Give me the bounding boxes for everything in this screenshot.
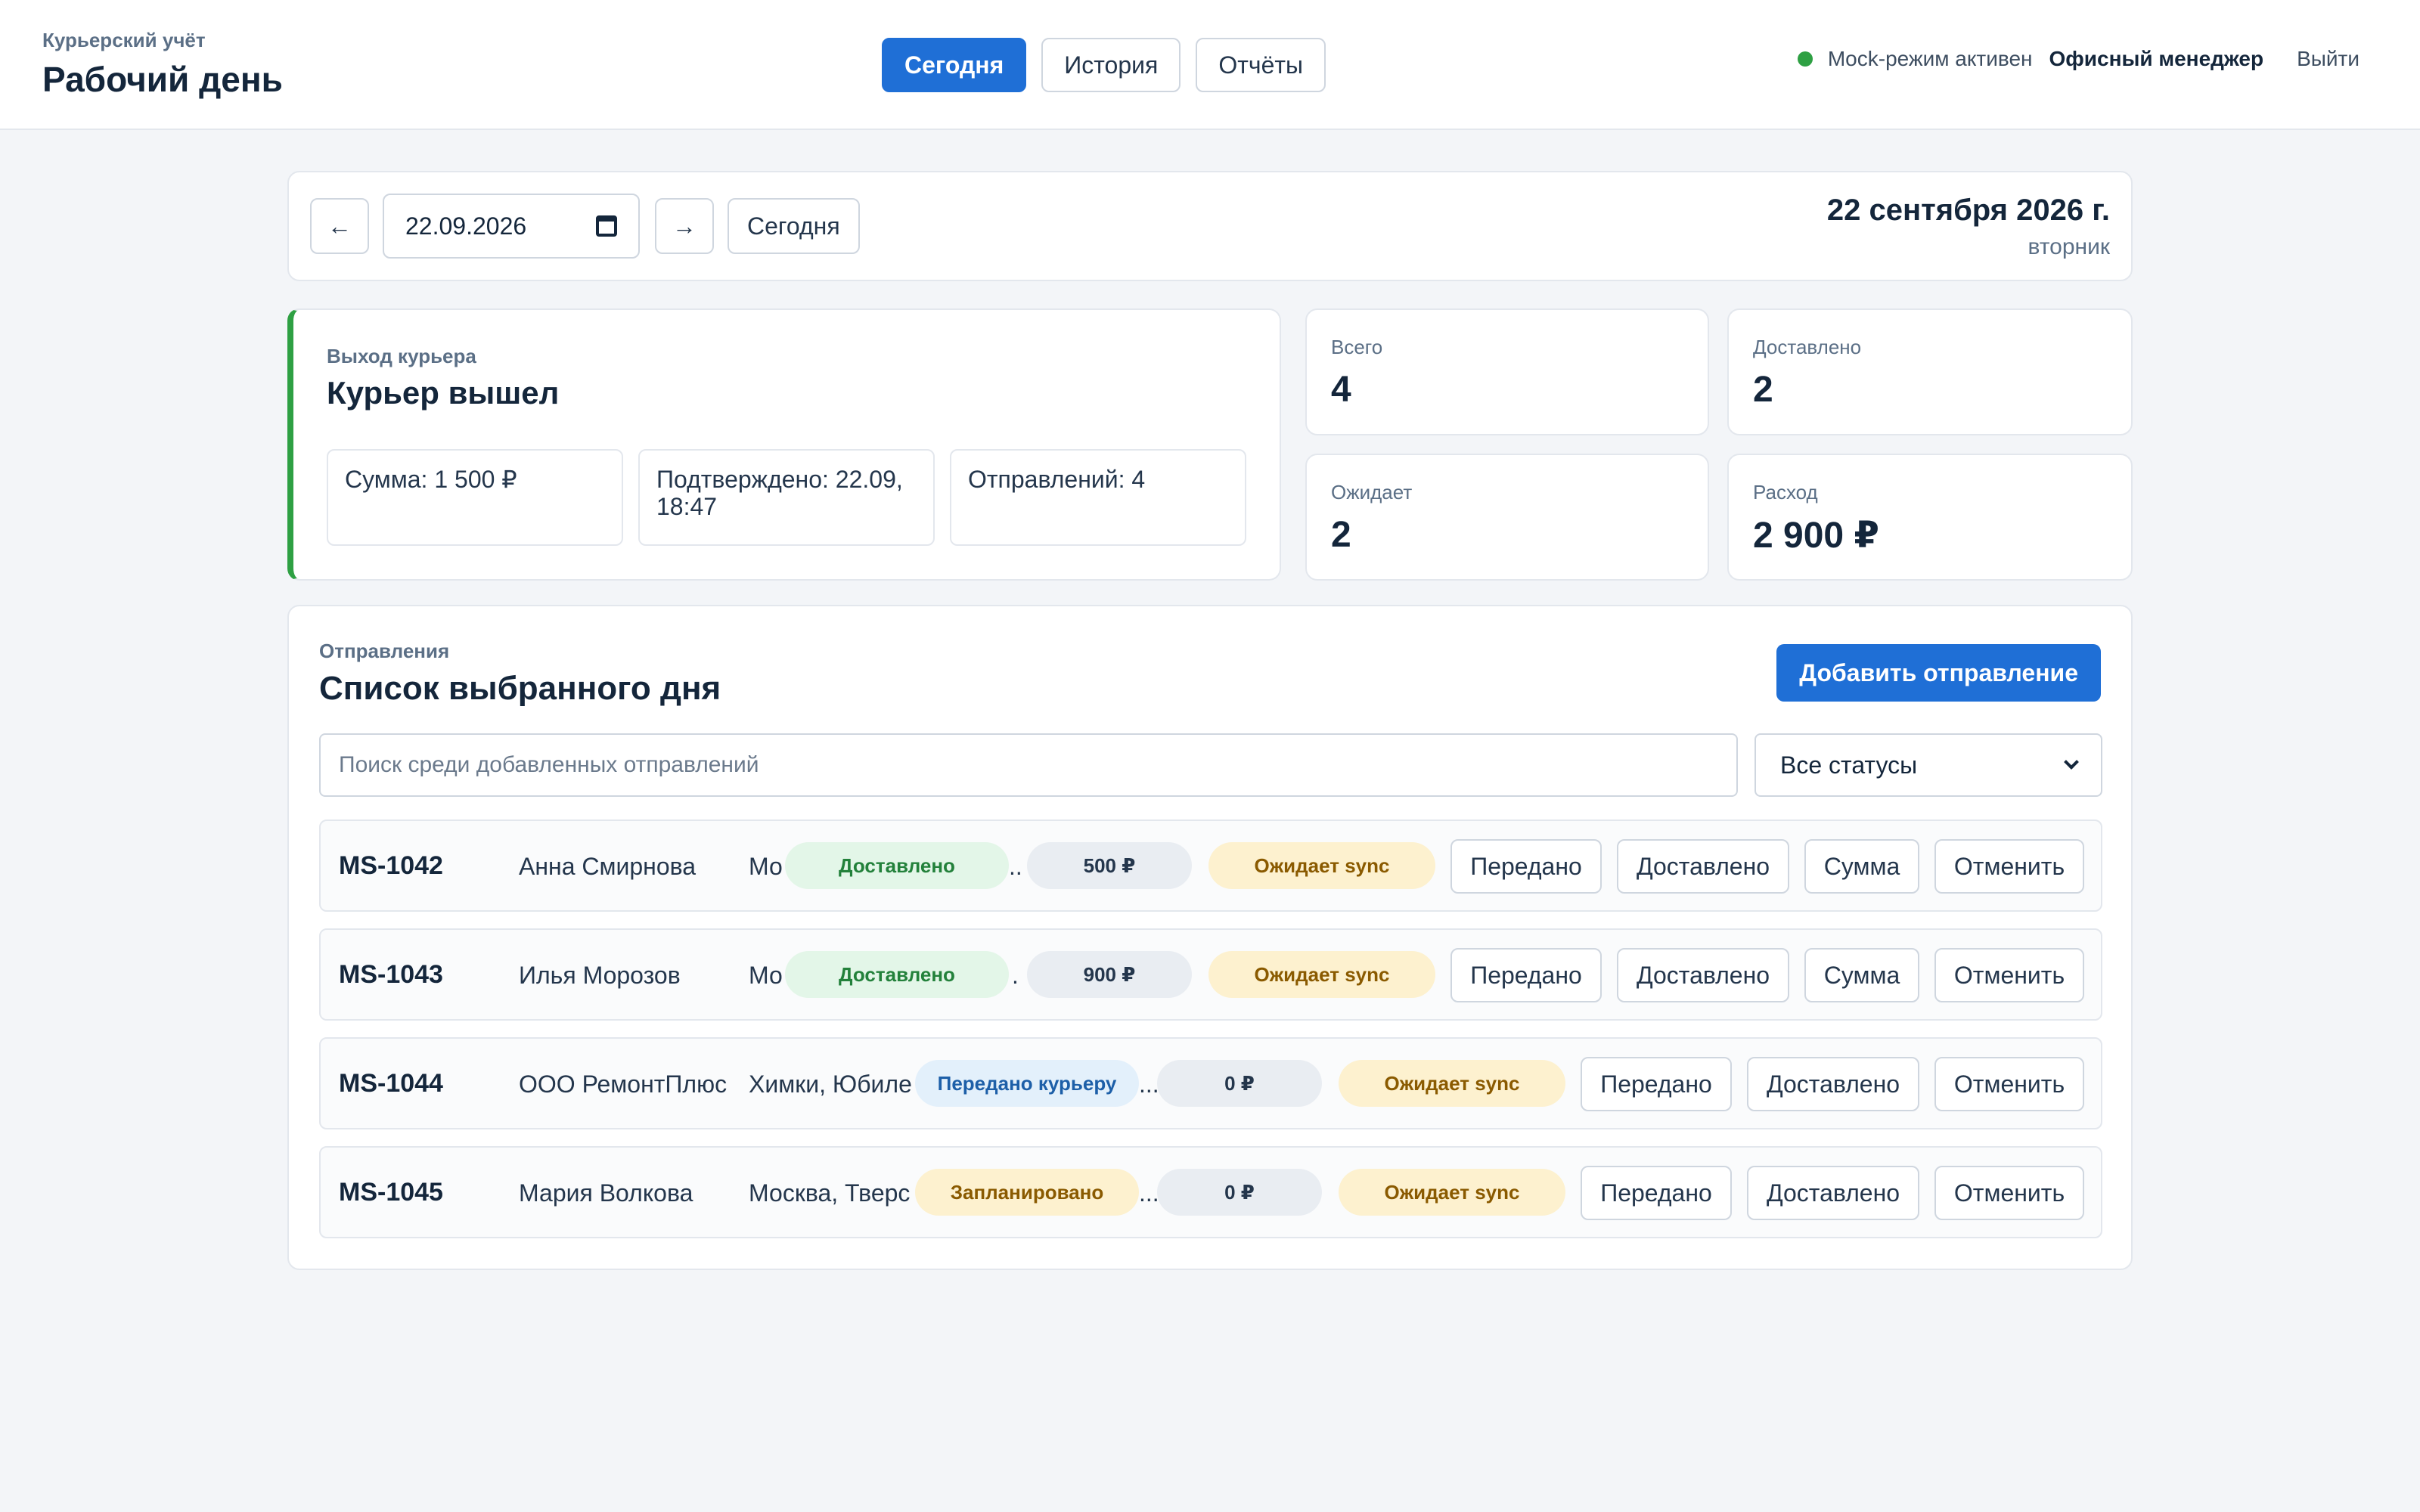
recipient-address: Мо <box>749 853 783 880</box>
courier-shipments-count: Отправлений: 4 <box>950 449 1246 546</box>
top-bar: Курьерский учёт Рабочий день Сегодня Ист… <box>0 0 2420 130</box>
main-nav: Сегодня История Отчёты <box>882 38 1326 92</box>
shipments-title: Список выбранного дня <box>319 670 721 707</box>
amount-badge: 0 ₽ <box>1157 1169 1322 1216</box>
courier-title: Курьер вышел <box>327 375 560 411</box>
amount-badge: 500 ₽ <box>1027 842 1192 889</box>
ellipsis: ... <box>1139 1179 1159 1207</box>
status-badge: Доставлено <box>785 951 1009 998</box>
logout-button[interactable]: Выйти <box>2297 47 2360 71</box>
delivered-button[interactable]: Доставлено <box>1617 948 1789 1002</box>
recipient-name: Илья Морозов <box>519 962 681 989</box>
cancel-button[interactable]: Отменить <box>1934 1166 2084 1220</box>
cancel-button[interactable]: Отменить <box>1934 948 2084 1002</box>
recipient-name: Анна Смирнова <box>519 853 697 880</box>
stat-total: Всего 4 <box>1305 308 1709 435</box>
next-day-button[interactable]: → <box>655 198 714 254</box>
page-title: Рабочий день <box>42 60 283 99</box>
cancel-button[interactable]: Отменить <box>1934 1057 2084 1111</box>
selected-weekday: вторник <box>2028 234 2110 259</box>
courier-sum: Сумма: 1 500 ₽ <box>327 449 623 546</box>
shipments-subtitle: Отправления <box>319 640 450 662</box>
ellipsis: .. <box>1009 853 1022 880</box>
courier-subtitle: Выход курьера <box>327 345 476 367</box>
status-badge: Передано курьеру <box>915 1060 1139 1107</box>
sum-button[interactable]: Сумма <box>1804 948 1919 1002</box>
recipient-address: Мо <box>749 962 783 989</box>
amount-badge: 900 ₽ <box>1027 951 1192 998</box>
shipment-id: MS-1045 <box>339 1178 443 1207</box>
selected-date: 22 сентября 2026 г. <box>1826 194 2110 227</box>
prev-day-button[interactable]: ← <box>310 198 369 254</box>
handed-over-button[interactable]: Передано <box>1450 839 1602 894</box>
sum-button[interactable]: Сумма <box>1804 839 1919 894</box>
arrow-left-icon: ← <box>327 212 352 240</box>
recipient-name: ООО РемонтПлюс <box>519 1070 728 1098</box>
status-badge: Запланировано <box>915 1169 1139 1216</box>
status-badge: Доставлено <box>785 842 1009 889</box>
status-filter-select[interactable]: Все статусы <box>1754 733 2102 797</box>
recipient-name: Мария Волкова <box>519 1179 693 1207</box>
chevron-down-icon <box>2064 754 2079 770</box>
sync-badge: Ожидает sync <box>1339 1060 1565 1107</box>
date-input[interactable]: 22.09.2026 <box>383 194 640 259</box>
search-input[interactable]: Поиск среди добавленных отправлений <box>319 733 1738 797</box>
table-row: MS-1045 Мария Волкова Москва, Тверс Запл… <box>319 1146 2102 1238</box>
stat-expense: Расход 2 900 ₽ <box>1727 454 2133 581</box>
add-shipment-button[interactable]: Добавить отправление <box>1776 644 2101 702</box>
sync-badge: Ожидает sync <box>1208 951 1435 998</box>
delivered-button[interactable]: Доставлено <box>1747 1057 1919 1111</box>
date-value: 22.09.2026 <box>405 212 527 240</box>
stat-pending: Ожидает 2 <box>1305 454 1709 581</box>
app-subtitle: Курьерский учёт <box>42 29 206 51</box>
calendar-icon[interactable] <box>596 215 617 237</box>
amount-badge: 0 ₽ <box>1157 1060 1322 1107</box>
stat-value: 2 <box>1753 370 1773 410</box>
recipient-address: Москва, Тверс <box>749 1179 911 1207</box>
handed-over-button[interactable]: Передано <box>1581 1166 1732 1220</box>
courier-status-card: Выход курьера Курьер вышел Сумма: 1 500 … <box>287 308 1281 581</box>
status-filter-value: Все статусы <box>1780 751 1918 779</box>
mock-status-text: Mock-режим активен <box>1827 47 2033 70</box>
ellipsis: . <box>1012 962 1019 989</box>
handed-over-button[interactable]: Передано <box>1581 1057 1732 1111</box>
stat-label: Всего <box>1331 336 1383 358</box>
stat-delivered: Доставлено 2 <box>1727 308 2133 435</box>
shipment-id: MS-1042 <box>339 851 443 880</box>
delivered-button[interactable]: Доставлено <box>1747 1166 1919 1220</box>
stat-value: 4 <box>1331 370 1351 410</box>
stat-value: 2 <box>1331 515 1351 555</box>
stat-label: Расход <box>1753 481 1818 503</box>
shipment-id: MS-1044 <box>339 1069 443 1098</box>
ellipsis: ... <box>1139 1070 1159 1098</box>
sync-badge: Ожидает sync <box>1208 842 1435 889</box>
date-bar: ← 22.09.2026 → Сегодня 22 сентября 2026 … <box>287 171 2133 281</box>
tab-reports[interactable]: Отчёты <box>1196 38 1326 92</box>
tab-today[interactable]: Сегодня <box>882 38 1027 92</box>
delivered-button[interactable]: Доставлено <box>1617 839 1789 894</box>
header-right: Mock-режим активен Офисный менеджер Выйт… <box>1797 47 2360 71</box>
stat-label: Ожидает <box>1331 481 1413 503</box>
recipient-address: Химки, Юбиле <box>749 1070 912 1098</box>
shipment-id: MS-1043 <box>339 960 443 989</box>
user-role: Офисный менеджер <box>2049 47 2264 70</box>
stat-label: Доставлено <box>1753 336 1862 358</box>
stat-value: 2 900 ₽ <box>1753 516 1879 556</box>
tab-history[interactable]: История <box>1041 38 1181 92</box>
shipments-card: Отправления Список выбранного дня Добави… <box>287 605 2133 1270</box>
arrow-right-icon: → <box>672 212 697 240</box>
table-row: MS-1044 ООО РемонтПлюс Химки, Юбиле Пере… <box>319 1037 2102 1129</box>
cancel-button[interactable]: Отменить <box>1934 839 2084 894</box>
status-dot-icon <box>1797 51 1813 67</box>
table-row: MS-1043 Илья Морозов Мо Доставлено . 900… <box>319 928 2102 1021</box>
table-row: MS-1042 Анна Смирнова Мо Доставлено .. 5… <box>319 820 2102 912</box>
today-button[interactable]: Сегодня <box>728 198 860 254</box>
courier-confirmed: Подтверждено: 22.09, 18:47 <box>638 449 935 546</box>
handed-over-button[interactable]: Передано <box>1450 948 1602 1002</box>
sync-badge: Ожидает sync <box>1339 1169 1565 1216</box>
